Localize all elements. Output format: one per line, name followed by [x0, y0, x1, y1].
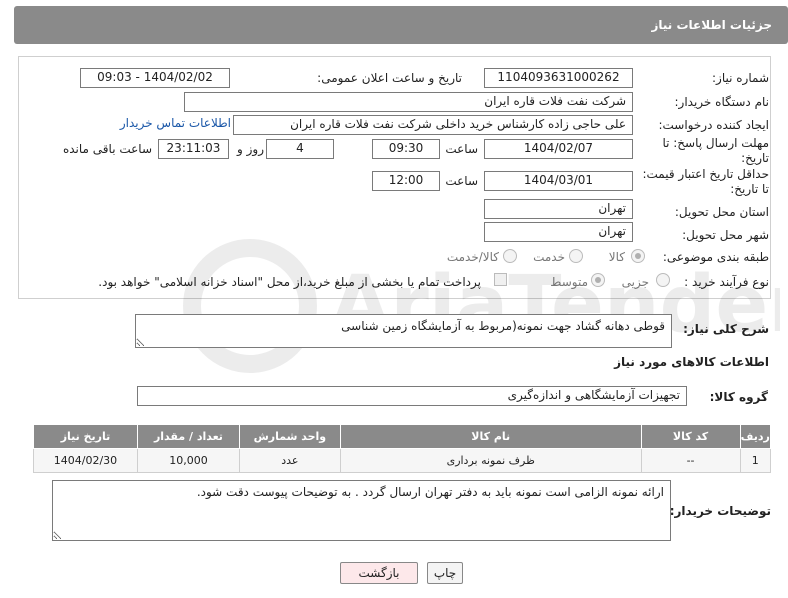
process-label: نوع فرآیند خرید : [684, 275, 769, 289]
need-number-field: 1104093631000262 [484, 68, 633, 88]
deadline-label-date: تاریخ: [741, 151, 769, 165]
category-option-goods-service: کالا/خدمت [446, 250, 499, 264]
col-quantity: تعداد / مقدار [136, 424, 240, 449]
page-header: جزئیات اطلاعات نیاز [14, 6, 788, 44]
buyer-notes-label: توضیحات خریدار: [669, 504, 771, 518]
category-radio-goods[interactable] [631, 249, 645, 263]
cell-item-name: ظرف نمونه برداری [339, 448, 642, 473]
buyer-notes-textarea[interactable]: ارائه نمونه الزامی است نمونه باید به دفت… [52, 480, 671, 541]
deadline-date-field: 1404/02/07 [484, 139, 633, 159]
city-label: شهر محل تحویل: [682, 228, 769, 242]
table-row: 1 -- ظرف نمونه برداری عدد 10,000 1404/02… [33, 448, 772, 473]
col-item-name: نام کالا [339, 424, 642, 449]
back-button[interactable]: بازگشت [340, 562, 418, 584]
print-button[interactable]: چاپ [427, 562, 463, 584]
cell-quantity: 10,000 [136, 448, 240, 473]
remaining-time-field: 23:11:03 [158, 139, 229, 159]
creator-field: علی حاجی زاده کارشناس خرید داخلی شرکت نف… [233, 115, 633, 135]
category-radio-goods-service[interactable] [503, 249, 517, 263]
category-option-service: خدمت [533, 250, 565, 264]
process-option-minor: جزیی [621, 275, 649, 289]
validity-label-date: تا تاریخ: [730, 182, 769, 196]
city-field: تهران [484, 222, 633, 242]
days-field: 4 [266, 139, 334, 159]
creator-label: ایجاد کننده درخواست: [658, 118, 769, 132]
validity-time-field: 12:00 [372, 171, 440, 191]
process-radio-minor[interactable] [656, 273, 670, 287]
province-field: تهران [484, 199, 633, 219]
description-label: شرح کلی نیاز: [683, 322, 769, 336]
col-need-date: تاریخ نیاز [33, 424, 138, 449]
remaining-label: ساعت باقی مانده [62, 142, 152, 156]
goods-group-field: تجهیزات آزمایشگاهی و اندازه‌گیری [137, 386, 687, 406]
need-number-label: شماره نیاز: [712, 71, 769, 85]
cell-need-date: 1404/02/30 [33, 448, 138, 473]
province-label: استان محل تحویل: [674, 205, 769, 219]
days-label: روز و [237, 142, 264, 156]
treasury-payment-note: پرداخت تمام یا بخشی از مبلغ خرید،از محل … [98, 275, 481, 289]
description-textarea[interactable]: قوطی دهانه گشاد جهت نمونه(مربوط به آزمای… [135, 314, 672, 348]
validity-label: حداقل تاریخ اعتبار قیمت: [642, 167, 769, 181]
col-unit: واحد شمارش [238, 424, 341, 449]
process-option-medium: متوسط [550, 275, 588, 289]
category-option-goods: کالا [608, 250, 625, 264]
deadline-time-label: ساعت [445, 142, 478, 156]
goods-group-label: گروه کالا: [709, 390, 768, 404]
buyer-contact-link[interactable]: اطلاعات تماس خریدار [120, 116, 231, 130]
buyer-org-label: نام دستگاه خریدار: [674, 95, 770, 109]
goods-table: ردیف کد کالا نام کالا واحد شمارش تعداد /… [33, 424, 772, 473]
col-row-number: ردیف [739, 424, 772, 449]
cell-item-code: -- [640, 448, 741, 473]
validity-time-label: ساعت [445, 174, 478, 188]
goods-table-header: ردیف کد کالا نام کالا واحد شمارش تعداد /… [33, 424, 772, 449]
validity-date-field: 1404/03/01 [484, 171, 633, 191]
buyer-org-field: شرکت نفت فلات قاره ایران [184, 92, 633, 112]
treasury-payment-checkbox[interactable] [494, 273, 507, 286]
goods-section-title: اطلاعات کالاهای مورد نیاز [614, 355, 769, 369]
category-label: طبقه بندی موضوعی: [662, 250, 769, 264]
cell-unit: عدد [238, 448, 341, 473]
col-item-code: کد کالا [640, 424, 741, 449]
deadline-label: مهلت ارسال پاسخ: تا [662, 136, 769, 150]
category-radio-service[interactable] [569, 249, 583, 263]
process-radio-medium[interactable] [591, 273, 605, 287]
page-title: جزئیات اطلاعات نیاز [651, 18, 772, 32]
cell-row-number: 1 [739, 448, 772, 473]
deadline-time-field: 09:30 [372, 139, 440, 159]
announce-label: تاریخ و ساعت اعلان عمومی: [317, 71, 462, 85]
announce-field: 1404/02/02 - 09:03 [80, 68, 230, 88]
